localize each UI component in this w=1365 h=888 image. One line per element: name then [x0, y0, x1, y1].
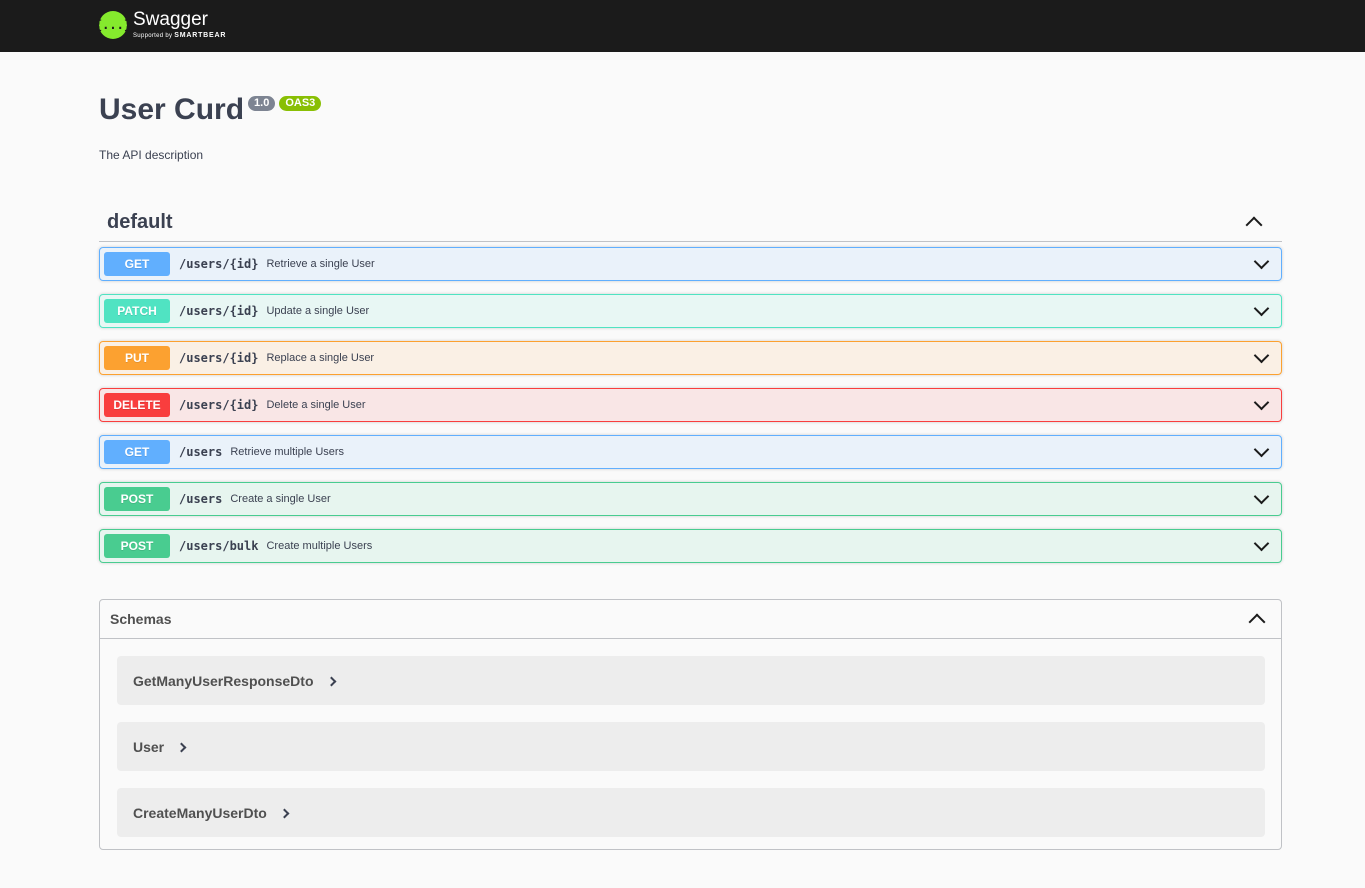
expand-operation-button[interactable]	[1249, 535, 1273, 552]
method-badge: DELETE	[104, 393, 170, 417]
schemas-title: Schemas	[110, 611, 172, 627]
operation-summary: Delete a single User	[266, 399, 366, 411]
method-badge: POST	[104, 487, 170, 511]
brand-sub-prefix: Supported by	[133, 33, 173, 39]
chevron-down-icon	[1253, 441, 1269, 458]
chevron-down-icon	[1253, 488, 1269, 505]
operation-path: /users/{id}	[179, 257, 259, 271]
brand-sub-company: SMARTBEAR	[174, 32, 227, 39]
operations-list: GET /users/{id} Retrieve a single User P…	[99, 247, 1282, 563]
operation-delete-user[interactable]: DELETE /users/{id} Delete a single User	[99, 388, 1282, 422]
operation-summary: Retrieve multiple Users	[230, 446, 345, 458]
expand-operation-button[interactable]	[1249, 253, 1273, 270]
expand-operation-button[interactable]	[1249, 488, 1273, 505]
method-badge: PUT	[104, 346, 170, 370]
chevron-up-icon	[1245, 216, 1263, 234]
operation-get-user[interactable]: GET /users/{id} Retrieve a single User	[99, 247, 1282, 281]
tag-section-default: default GET /users/{id} Retrieve a singl…	[99, 203, 1282, 576]
schema-name: User	[133, 738, 165, 755]
tag-header-default[interactable]: default	[99, 203, 1282, 242]
schema-item-createmanyuserdto[interactable]: CreateManyUserDto	[117, 788, 1265, 837]
operation-summary: Create a single User	[230, 493, 331, 505]
version-badge: 1.0	[248, 96, 276, 111]
logo-text: Swagger Supported by SMARTBEAR	[133, 10, 226, 39]
chevron-right-icon	[279, 808, 290, 818]
title-row: User Curd 1.0 OAS3	[99, 92, 322, 128]
method-badge: PATCH	[104, 299, 170, 323]
operation-path: /users/bulk	[179, 539, 259, 553]
chevron-right-icon	[176, 742, 187, 752]
chevron-down-icon	[1253, 394, 1269, 411]
method-badge: POST	[104, 534, 170, 558]
operation-summary: Update a single User	[266, 305, 370, 317]
operation-post-user[interactable]: POST /users Create a single User	[99, 482, 1282, 516]
operation-path: /users/{id}	[179, 304, 259, 318]
api-description: The API description	[99, 148, 204, 162]
brand-subtitle: Supported by SMARTBEAR	[133, 32, 226, 39]
chevron-down-icon	[1253, 300, 1269, 317]
operation-path: /users	[179, 492, 223, 506]
schema-name: CreateManyUserDto	[133, 804, 267, 821]
api-info: User Curd 1.0 OAS3 The API description	[99, 92, 322, 162]
chevron-right-icon	[326, 676, 336, 686]
expand-operation-button[interactable]	[1249, 394, 1273, 411]
chevron-up-icon	[1248, 613, 1266, 631]
expand-operation-button[interactable]	[1249, 441, 1273, 458]
page-title: User Curd	[99, 93, 245, 126]
chevron-down-icon	[1253, 535, 1269, 552]
method-badge: GET	[104, 440, 170, 464]
brand-name: Swagger	[133, 9, 208, 30]
schema-list: GetManyUserResponseDto User CreateManyUs…	[100, 639, 1281, 837]
tag-name: default	[107, 210, 173, 233]
logo-glyph: {...}	[94, 17, 132, 32]
topbar: {...} Swagger Supported by SMARTBEAR	[0, 0, 1365, 52]
swagger-logo-link[interactable]: {...} Swagger Supported by SMARTBEAR	[95, 10, 226, 39]
chevron-down-icon	[1253, 347, 1269, 364]
schemas-header[interactable]: Schemas	[100, 600, 1281, 639]
operation-put-user[interactable]: PUT /users/{id} Replace a single User	[99, 341, 1282, 375]
operation-summary: Create multiple Users	[266, 540, 373, 552]
operation-get-users[interactable]: GET /users Retrieve multiple Users	[99, 435, 1282, 469]
schemas-section: Schemas GetManyUserResponseDto User Crea…	[99, 599, 1282, 850]
operation-path: /users/{id}	[179, 351, 259, 365]
operation-summary: Retrieve a single User	[266, 258, 375, 270]
method-badge: GET	[104, 252, 170, 276]
swagger-logo-icon: {...}	[95, 10, 131, 39]
schema-name: GetManyUserResponseDto	[133, 672, 314, 689]
operation-patch-user[interactable]: PATCH /users/{id} Update a single User	[99, 294, 1282, 328]
operation-post-users-bulk[interactable]: POST /users/bulk Create multiple Users	[99, 529, 1282, 563]
oas-badge: OAS3	[279, 96, 322, 111]
expand-operation-button[interactable]	[1249, 300, 1273, 317]
operation-path: /users	[179, 445, 223, 459]
expand-operation-button[interactable]	[1249, 347, 1273, 364]
operation-summary: Replace a single User	[266, 352, 375, 364]
chevron-down-icon	[1253, 253, 1269, 270]
schema-item-getmanyuserresponsedto[interactable]: GetManyUserResponseDto	[117, 656, 1265, 705]
operation-path: /users/{id}	[179, 398, 259, 412]
schema-item-user[interactable]: User	[117, 722, 1265, 771]
